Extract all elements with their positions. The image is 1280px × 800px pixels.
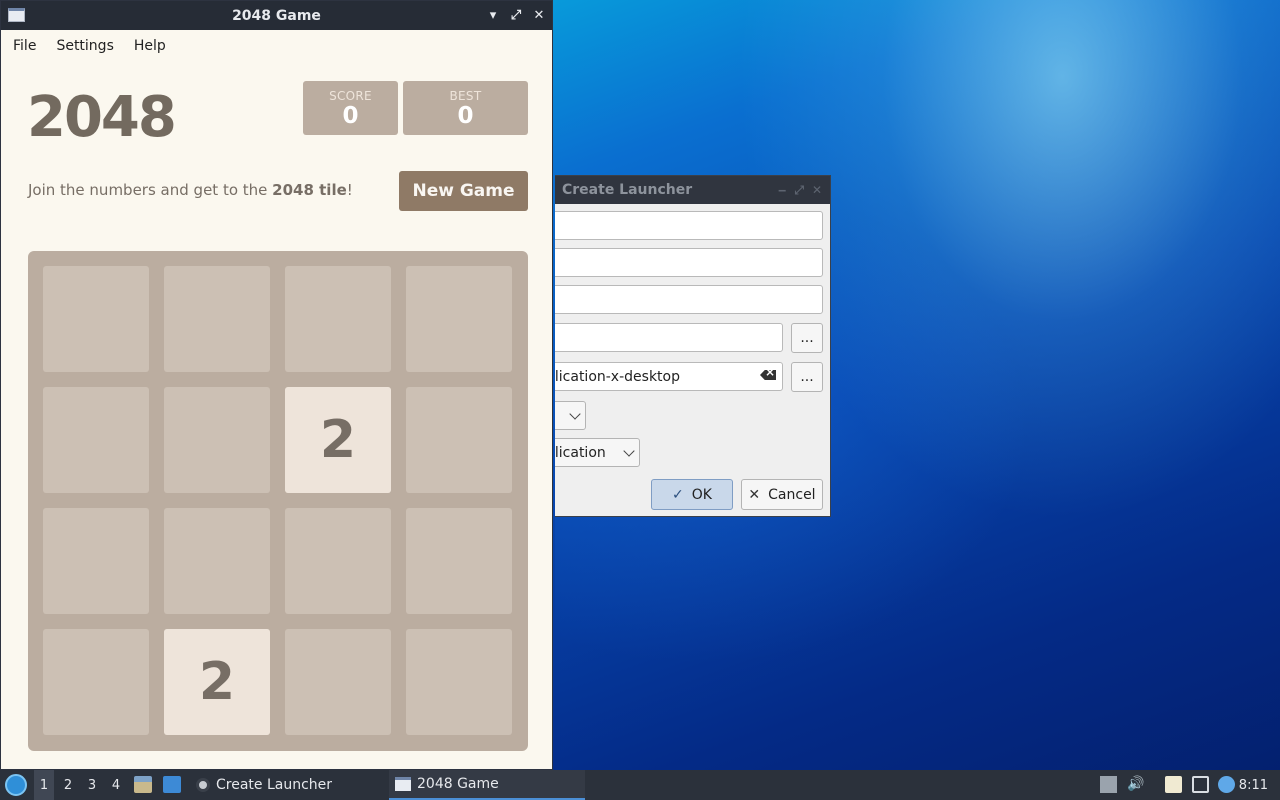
grid-cell xyxy=(285,629,391,735)
cancel-x-icon: ✕ xyxy=(748,486,761,503)
maximize-icon[interactable]: ⤢ xyxy=(509,8,523,23)
command-browse-button[interactable]: ... xyxy=(791,323,823,353)
show-desktop-icon[interactable] xyxy=(163,776,181,793)
ok-button[interactable]: ✓ OK xyxy=(651,479,733,510)
grid-cell xyxy=(406,508,512,614)
grid-cell xyxy=(406,629,512,735)
icon-browse-button[interactable]: ... xyxy=(791,362,823,392)
grid-cell xyxy=(164,266,270,372)
clear-text-icon[interactable] xyxy=(760,370,776,380)
minimize-icon[interactable]: ▾ xyxy=(486,8,500,23)
menu-settings[interactable]: Settings xyxy=(46,38,123,54)
grid-cell xyxy=(285,508,391,614)
grid-cell xyxy=(43,629,149,735)
check-icon: ✓ xyxy=(672,486,684,503)
ok-label: OK xyxy=(691,486,712,503)
tray-eject-icon[interactable] xyxy=(1100,776,1117,793)
gear-icon xyxy=(196,778,210,792)
workspace-2[interactable]: 2 xyxy=(58,770,78,800)
grid-cell xyxy=(406,266,512,372)
best-value: 0 xyxy=(457,103,474,129)
window-title: 2048 Game xyxy=(232,7,321,24)
type-combo-value: plication xyxy=(555,444,606,461)
taskbar: 1 2 3 4 Create Launcher 2048 Game 🔊 8:11 xyxy=(0,770,1280,800)
dialog-maximize-icon[interactable]: ⤢ xyxy=(794,183,804,198)
dialog-minimize-icon[interactable]: ‒ xyxy=(778,183,786,197)
new-game-button[interactable]: New Game xyxy=(399,171,528,211)
grid-cell xyxy=(164,508,270,614)
workspace-4[interactable]: 4 xyxy=(106,770,126,800)
tile: 2 xyxy=(164,629,270,735)
menu-file[interactable]: File xyxy=(3,38,46,54)
icon-field-value: plication-x-desktop xyxy=(555,368,680,385)
grid-cell xyxy=(164,387,270,493)
intro-text: Join the numbers and get to the 2048 til… xyxy=(28,181,353,199)
score-value: 0 xyxy=(342,103,359,129)
grid-cell xyxy=(43,266,149,372)
grid-cell xyxy=(43,387,149,493)
dialog-titlebar[interactable]: Create Launcher ‒ ⤢ ✕ xyxy=(555,176,830,204)
chevron-down-icon xyxy=(623,444,635,457)
score-box: SCORE 0 xyxy=(303,81,398,135)
intro-bold: 2048 tile xyxy=(272,181,347,199)
name-field[interactable] xyxy=(555,211,823,240)
dialog-title: Create Launcher xyxy=(562,182,693,198)
grid-cell xyxy=(406,387,512,493)
command-field[interactable] xyxy=(555,323,783,352)
network-icon[interactable] xyxy=(1192,776,1209,793)
game-board[interactable]: 22 xyxy=(28,251,528,751)
cancel-button[interactable]: ✕ Cancel xyxy=(741,479,823,510)
description-field[interactable] xyxy=(555,248,823,277)
intro-prefix: Join the numbers and get to the xyxy=(28,181,273,199)
task-create-launcher[interactable]: Create Launcher xyxy=(196,770,332,800)
create-launcher-dialog: Create Launcher ‒ ⤢ ✕ ... plication-x-de… xyxy=(555,175,831,517)
notification-icon[interactable] xyxy=(1218,776,1235,793)
game-heading: 2048 xyxy=(27,85,177,150)
task-2048-game[interactable]: 2048 Game xyxy=(389,770,585,800)
comment-field[interactable] xyxy=(555,285,823,314)
best-score-box: BEST 0 xyxy=(403,81,528,135)
game-titlebar[interactable]: 2048 Game ▾ ⤢ ✕ xyxy=(1,1,552,30)
category-combo[interactable] xyxy=(555,401,586,430)
window-icon xyxy=(395,777,411,791)
file-manager-icon[interactable] xyxy=(134,776,152,793)
dialog-close-icon[interactable]: ✕ xyxy=(812,183,822,197)
workspace-1[interactable]: 1 xyxy=(34,770,54,800)
cancel-label: Cancel xyxy=(768,486,816,503)
chevron-down-icon xyxy=(569,407,581,420)
game-window: 2048 Game ▾ ⤢ ✕ File Settings Help 2048 … xyxy=(0,0,553,770)
grid-cell xyxy=(43,508,149,614)
window-icon xyxy=(8,8,25,22)
workspace-3[interactable]: 3 xyxy=(82,770,102,800)
menubar: File Settings Help xyxy=(1,30,552,61)
volume-icon[interactable]: 🔊 xyxy=(1127,776,1144,793)
best-label: BEST xyxy=(449,89,482,103)
start-menu-icon[interactable] xyxy=(5,774,27,796)
icon-field[interactable]: plication-x-desktop xyxy=(555,362,783,391)
menu-help[interactable]: Help xyxy=(124,38,176,54)
task-label: Create Launcher xyxy=(216,777,333,793)
intro-suffix: ! xyxy=(346,181,353,199)
grid-cell xyxy=(285,266,391,372)
type-combo[interactable]: plication xyxy=(555,438,640,467)
task-label: 2048 Game xyxy=(417,776,499,792)
score-label: SCORE xyxy=(329,89,372,103)
tile: 2 xyxy=(285,387,391,493)
clipboard-icon[interactable] xyxy=(1165,776,1182,793)
close-icon[interactable]: ✕ xyxy=(532,8,546,23)
clock: 8:11 xyxy=(1238,777,1268,793)
